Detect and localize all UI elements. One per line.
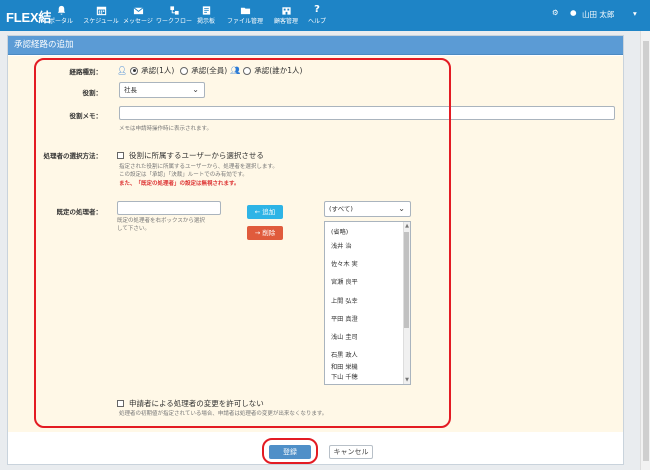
scroll-down-icon[interactable]: ▼	[405, 377, 409, 383]
chevron-down-icon: ⌄	[192, 85, 199, 94]
list-item[interactable]: 平田 真澄	[331, 314, 358, 323]
no-change-help: 処理者の初期値が指定されている場合、申請者は処理者の変更が出来なくなります。	[119, 411, 328, 417]
nav-file[interactable]: ファイル管理	[222, 3, 268, 29]
approval-route-panel: 承認経路の追加	[7, 35, 624, 465]
no-change-row: 申請者による処理者の変更を許可しない	[117, 398, 264, 409]
radio-approve-any[interactable]	[243, 66, 252, 75]
nav-label: ヘルプ	[307, 18, 326, 25]
processor-method-row: 役割に所属するユーザーから選択させる	[117, 150, 264, 161]
submit-button[interactable]: 登録	[269, 445, 311, 459]
add-button-label: 追加	[262, 208, 276, 216]
radio-label: 承認(1人)	[141, 66, 175, 75]
list-item[interactable]: 和田 栄機	[331, 362, 358, 371]
processor-filter-value: (すべて)	[329, 205, 353, 213]
list-item[interactable]: 下山 千穂	[331, 372, 358, 381]
scroll-up-icon[interactable]: ▲	[405, 223, 409, 229]
radio-label: 承認(誰か1人)	[254, 66, 303, 75]
no-change-checkbox[interactable]	[117, 400, 124, 407]
cancel-button[interactable]: キャンセル	[329, 445, 373, 459]
default-processor-input[interactable]	[117, 201, 221, 215]
processor-filter-select[interactable]: (すべて) ⌄	[324, 201, 411, 217]
role-memo-input[interactable]	[119, 106, 615, 120]
list-item[interactable]: 石黒 政人	[331, 350, 358, 359]
default-processor-label: 既定の処理者：	[56, 208, 103, 216]
default-processor-help-1: 既定の処理者を右ボックスから選択	[117, 218, 205, 224]
delete-button-label: 削除	[262, 229, 276, 237]
list-item[interactable]: 佐々木 実	[331, 259, 358, 268]
user-icon: ●	[570, 8, 577, 17]
panel-title: 承認経路の追加	[8, 36, 623, 55]
no-change-label[interactable]: 申請者による処理者の変更を許可しない	[129, 398, 264, 409]
gear-icon[interactable]: ⚙	[552, 8, 559, 17]
add-button[interactable]: ← 追加	[247, 205, 283, 219]
nav-label: ファイル管理	[226, 18, 263, 25]
role-label: 役割：	[82, 89, 103, 97]
default-processor-help-2: して下さい。	[117, 226, 150, 232]
role-select[interactable]: 社長 ⌄	[119, 82, 205, 98]
chevron-down-icon[interactable]: ▾	[633, 9, 637, 18]
page-scrollbar[interactable]	[640, 31, 650, 470]
list-item[interactable]: 浅井 治	[331, 241, 352, 250]
delete-button[interactable]: → 削除	[247, 226, 283, 240]
processor-help-1: 指定された役割に所属するユーザーから、処理者を選択します。	[119, 164, 278, 170]
route-type-label: 経路種別：	[69, 68, 103, 76]
help-icon: ?	[314, 4, 320, 15]
role-memo-help: メモは申請時操作時に表示されます。	[119, 126, 212, 132]
processor-help-2: この設定は「承認」「決裁」ルートでのみ有効です。	[119, 172, 248, 178]
radio-label: 承認(全員)	[191, 66, 228, 75]
person-icon: 👤︎	[117, 66, 128, 75]
folder-icon	[222, 3, 268, 17]
list-item[interactable]: 浅山 圭司	[331, 332, 358, 341]
list-item[interactable]: 宮瀬 良平	[331, 277, 358, 286]
radio-approve-all[interactable]	[180, 66, 189, 75]
role-select-value: 社長	[124, 86, 137, 94]
top-navbar: FLEX結 ポータル スケジュール メッセージ ワークフロー 掲示板 ファイル管…	[0, 0, 650, 31]
list-item[interactable]: (省略)	[331, 227, 348, 236]
radio-approve-one[interactable]	[130, 66, 139, 75]
role-memo-label: 役割メモ：	[69, 112, 103, 120]
group-icon: 👥︎	[230, 66, 241, 75]
processor-method-label: 処理者の選択方法：	[43, 152, 103, 160]
user-name[interactable]: 山田 太郎	[582, 9, 614, 20]
processor-listbox[interactable]: (省略) 浅井 治 佐々木 実 宮瀬 良平 上間 弘幸 平田 真澄 浅山 圭司 …	[324, 221, 411, 385]
scroll-thumb[interactable]	[404, 232, 409, 328]
chevron-down-icon: ⌄	[398, 204, 405, 213]
page-scroll-thumb[interactable]	[643, 41, 649, 461]
route-type-radios: 👤︎ 承認(1人) 承認(全員) 👥︎ 承認(誰か1人)	[117, 65, 302, 76]
select-from-role-checkbox[interactable]	[117, 152, 124, 159]
select-from-role-label[interactable]: 役割に所属するユーザーから選択させる	[129, 150, 264, 161]
listbox-scrollbar[interactable]: ▲ ▼	[403, 222, 410, 384]
nav-help[interactable]: ? ヘルプ	[294, 3, 340, 29]
processor-help-red: また、「既定の処理者」の設定は無視されます。	[119, 181, 240, 187]
list-item[interactable]: 上間 弘幸	[331, 296, 358, 305]
